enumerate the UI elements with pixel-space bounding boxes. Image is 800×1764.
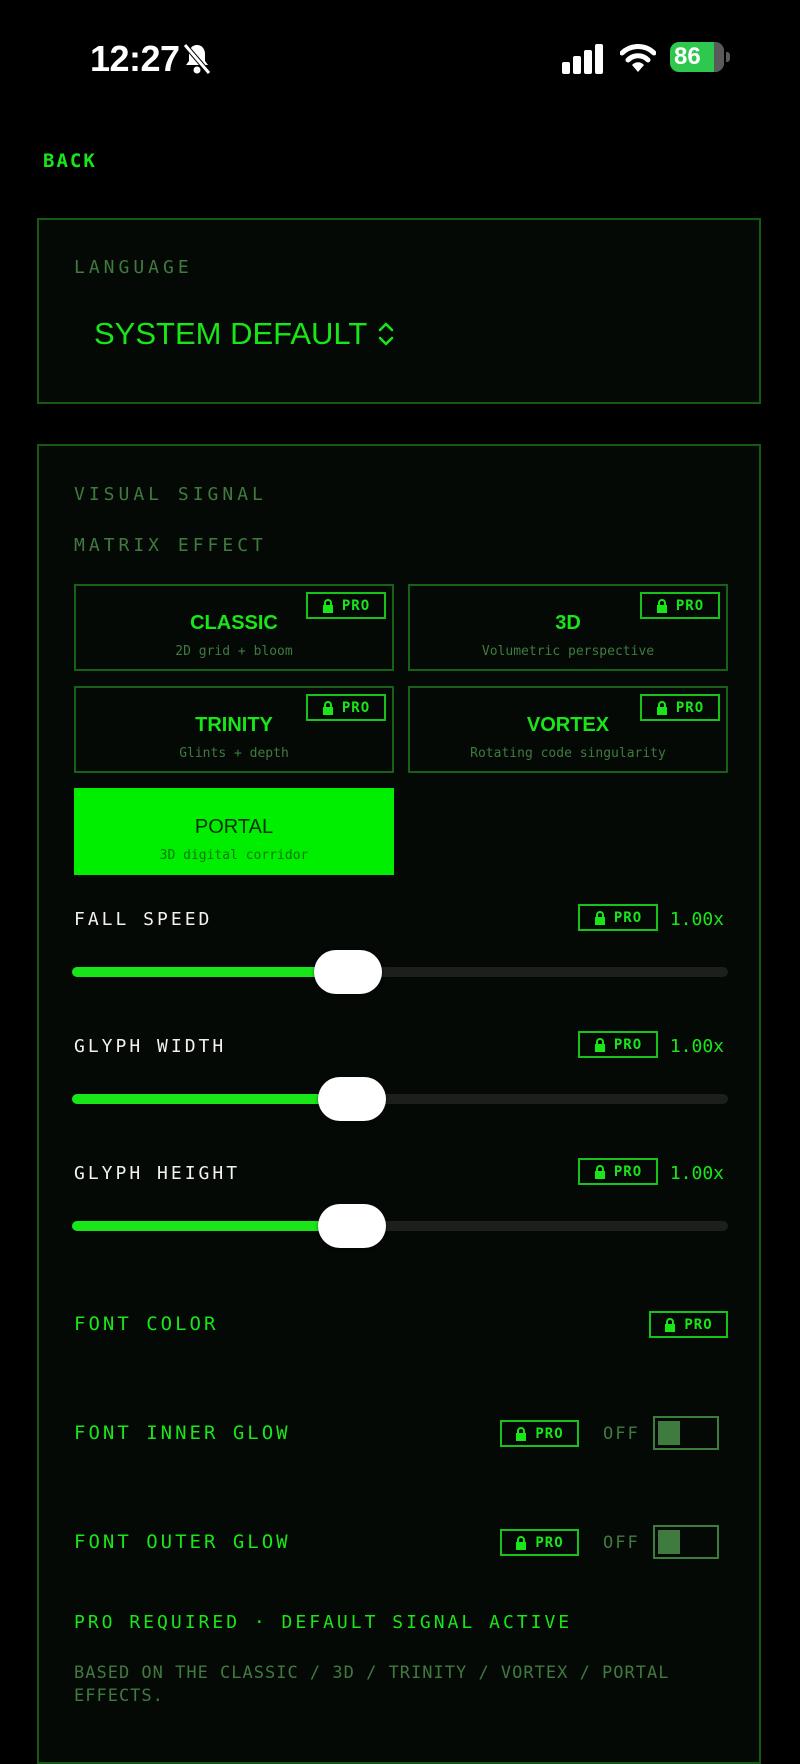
battery-percent: 86 bbox=[674, 43, 701, 70]
pro-badge: PRO bbox=[500, 1420, 579, 1447]
effect-subtitle: Glints + depth bbox=[179, 746, 289, 761]
effect-subtitle: Volumetric perspective bbox=[481, 644, 655, 659]
pro-label: PRO bbox=[613, 1163, 643, 1180]
pro-badge: PRO bbox=[306, 694, 386, 721]
language-section-label: LANGUAGE bbox=[74, 257, 193, 278]
pro-label: PRO bbox=[675, 699, 705, 716]
slider-fill bbox=[72, 967, 348, 977]
slider-fill bbox=[72, 1094, 353, 1104]
lock-icon bbox=[516, 1535, 527, 1550]
visual-signal-section-label: VISUAL SIGNAL bbox=[74, 484, 267, 505]
glyph-height-label: GLYPH HEIGHT bbox=[74, 1163, 241, 1184]
glyph-height-slider[interactable] bbox=[72, 1204, 728, 1248]
effect-card-classic[interactable]: CLASSIC 2D grid + bloom PRO bbox=[74, 584, 394, 671]
pro-badge: PRO bbox=[306, 592, 386, 619]
lock-icon bbox=[656, 598, 667, 613]
bell-muted-icon bbox=[183, 43, 211, 75]
lock-icon bbox=[594, 1037, 605, 1052]
pro-label: PRO bbox=[535, 1425, 564, 1442]
pro-label: PRO bbox=[675, 597, 705, 614]
status-time: 12:27 bbox=[90, 38, 180, 79]
pro-badge: PRO bbox=[500, 1529, 579, 1556]
language-picker[interactable]: SYSTEM DEFAULT bbox=[94, 316, 395, 352]
glyph-height-value: 1.00x bbox=[669, 1163, 724, 1184]
toggle-knob bbox=[658, 1530, 680, 1554]
slider-thumb[interactable] bbox=[318, 1204, 387, 1248]
wifi-icon bbox=[620, 44, 656, 72]
fall-speed-slider[interactable] bbox=[72, 950, 728, 994]
glyph-width-slider[interactable] bbox=[72, 1077, 728, 1121]
back-button[interactable]: BACK bbox=[43, 150, 97, 172]
effect-card-portal[interactable]: PORTAL 3D digital corridor bbox=[74, 788, 394, 875]
battery-icon: 86 bbox=[670, 42, 732, 74]
outer-glow-state: OFF bbox=[603, 1533, 640, 1553]
toggle-knob bbox=[658, 1421, 680, 1445]
pro-badge: PRO bbox=[578, 1031, 658, 1058]
chevron-up-down-icon bbox=[379, 322, 394, 346]
pro-badge: PRO bbox=[640, 694, 720, 721]
lock-icon bbox=[594, 910, 605, 925]
effect-subtitle: 3D digital corridor bbox=[159, 848, 309, 863]
effect-card-3d[interactable]: 3D Volumetric perspective PRO bbox=[408, 584, 728, 671]
pro-required-message: PRO REQUIRED · DEFAULT SIGNAL ACTIVE bbox=[74, 1612, 573, 1633]
lock-icon bbox=[322, 598, 333, 613]
effect-card-trinity[interactable]: TRINITY Glints + depth PRO bbox=[74, 686, 394, 773]
glyph-width-label: GLYPH WIDTH bbox=[74, 1036, 227, 1057]
pro-label: PRO bbox=[613, 1036, 643, 1053]
pro-label: PRO bbox=[341, 597, 371, 614]
lock-icon bbox=[594, 1164, 605, 1179]
lock-icon bbox=[322, 700, 333, 715]
effects-note: BASED ON THE CLASSIC / 3D / TRINITY / VO… bbox=[74, 1663, 670, 1706]
language-value: SYSTEM DEFAULT bbox=[94, 316, 368, 351]
effect-subtitle: Rotating code singularity bbox=[470, 746, 666, 761]
font-color-pro-button[interactable]: PRO bbox=[649, 1311, 728, 1338]
lock-icon bbox=[516, 1426, 527, 1441]
inner-glow-state: OFF bbox=[603, 1424, 640, 1444]
fall-speed-value: 1.00x bbox=[669, 909, 724, 930]
font-outer-glow-label: FONT OUTER GLOW bbox=[74, 1531, 291, 1553]
lock-icon bbox=[656, 700, 667, 715]
font-inner-glow-label: FONT INNER GLOW bbox=[74, 1422, 291, 1444]
pro-label: PRO bbox=[535, 1534, 564, 1551]
outer-glow-toggle[interactable] bbox=[653, 1525, 719, 1559]
pro-badge: PRO bbox=[578, 1158, 658, 1185]
pro-label: PRO bbox=[684, 1316, 713, 1333]
font-color-label: FONT COLOR bbox=[74, 1313, 219, 1335]
visual-signal-panel: VISUAL SIGNAL MATRIX EFFECT CLASSIC 2D g… bbox=[37, 444, 761, 1764]
inner-glow-toggle[interactable] bbox=[653, 1416, 719, 1450]
cellular-signal-icon bbox=[562, 44, 603, 74]
effect-card-vortex[interactable]: VORTEX Rotating code singularity PRO bbox=[408, 686, 728, 773]
glyph-width-value: 1.00x bbox=[669, 1036, 724, 1057]
pro-label: PRO bbox=[341, 699, 371, 716]
matrix-effect-label: MATRIX EFFECT bbox=[74, 535, 267, 556]
lock-icon bbox=[665, 1317, 676, 1332]
effect-subtitle: 2D grid + bloom bbox=[175, 644, 293, 659]
fall-speed-label: FALL SPEED bbox=[74, 909, 213, 930]
language-panel: LANGUAGE SYSTEM DEFAULT bbox=[37, 218, 761, 404]
slider-thumb[interactable] bbox=[313, 950, 382, 994]
slider-fill bbox=[72, 1221, 353, 1231]
pro-badge: PRO bbox=[578, 904, 658, 931]
slider-thumb[interactable] bbox=[318, 1077, 387, 1121]
pro-badge: PRO bbox=[640, 592, 720, 619]
pro-label: PRO bbox=[613, 909, 643, 926]
effect-title: PORTAL bbox=[194, 816, 274, 838]
